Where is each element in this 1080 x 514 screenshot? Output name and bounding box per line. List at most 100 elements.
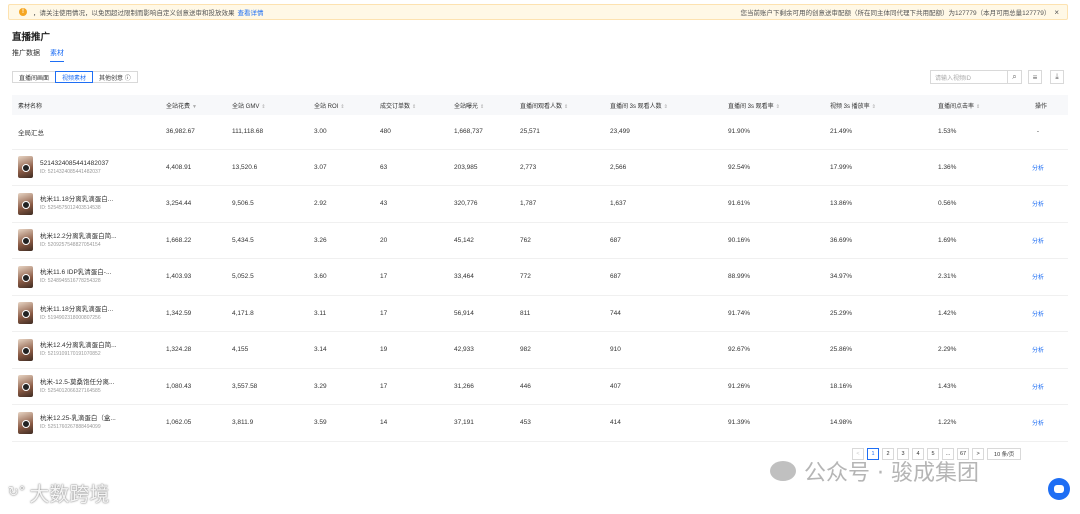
analyze-link[interactable]: 分析 bbox=[1008, 149, 1068, 186]
table-cell: 17 bbox=[374, 368, 448, 405]
table-cell: 910 bbox=[604, 331, 722, 369]
material-id: ID: 5194902318000807256 bbox=[40, 314, 101, 321]
material-id: ID: 5254575012403514538 bbox=[40, 205, 101, 212]
tab-live-room-screen[interactable]: 直播间画面 bbox=[12, 71, 57, 83]
column-header[interactable]: 成交订单数 ⇕ bbox=[374, 95, 448, 115]
material-info: 杭米11.18分离乳滴蛋白... ID: 5254575012403514538 bbox=[18, 192, 160, 215]
column-header[interactable]: 视频 3s 播放率 ⇕ bbox=[824, 95, 932, 115]
sort-icon[interactable]: ⇕ bbox=[872, 104, 876, 110]
column-header-label: 操作 bbox=[1034, 103, 1047, 110]
summary-cell: 23,499 bbox=[604, 115, 722, 150]
analyze-link[interactable]: 分析 bbox=[1008, 404, 1068, 442]
material-info: 杭米12.4分离乳滴蛋白简... ID: 5219109170191070852 bbox=[18, 338, 160, 361]
table-cell: 3.59 bbox=[308, 404, 374, 442]
video-thumbnail[interactable] bbox=[18, 375, 33, 398]
notice-detail-link[interactable]: 查看详情 bbox=[238, 7, 264, 17]
video-thumbnail[interactable] bbox=[18, 156, 33, 179]
material-name[interactable]: 杭米11.6 IDP乳清蛋白-... bbox=[40, 268, 111, 277]
tab-material[interactable]: 素材 bbox=[50, 48, 64, 62]
video-thumbnail[interactable] bbox=[18, 229, 33, 252]
column-header[interactable]: 直播间点击率 ⇕ bbox=[932, 95, 1008, 115]
analyze-link[interactable]: 分析 bbox=[1008, 258, 1068, 296]
tab-other-creative[interactable]: 其他创意 ⓘ bbox=[92, 71, 138, 83]
table-cell: 14.98% bbox=[824, 404, 932, 442]
material-name[interactable]: 杭米-12.5-莫桑饱任分离... bbox=[40, 378, 114, 387]
column-header-label: 全站 ROI bbox=[314, 103, 339, 110]
sort-icon[interactable]: ⇕ bbox=[480, 104, 484, 110]
logo-watermark-text: 大数跨境 bbox=[29, 482, 110, 506]
page-size-select[interactable]: 10 条/页 bbox=[987, 448, 1022, 460]
video-thumbnail[interactable] bbox=[18, 302, 33, 325]
table-cell: 92.67% bbox=[722, 331, 824, 369]
table-cell: 0.56% bbox=[932, 185, 1008, 223]
video-thumbnail[interactable] bbox=[18, 192, 33, 215]
column-header[interactable]: 直播间 3s 观看率 ⇕ bbox=[722, 95, 824, 115]
column-header-label: 素材名称 bbox=[18, 103, 43, 110]
table-cell: 414 bbox=[604, 404, 722, 442]
analyze-link[interactable]: 分析 bbox=[1008, 331, 1068, 369]
column-header[interactable]: 全站花费 ▼ bbox=[160, 95, 226, 115]
analyze-link[interactable]: 分析 bbox=[1008, 295, 1068, 332]
material-name[interactable]: 杭米11.18分离乳滴蛋白... bbox=[40, 305, 113, 314]
table-cell: 203,985 bbox=[448, 149, 514, 186]
column-header[interactable]: 全站曝光 ⇕ bbox=[448, 95, 514, 115]
sort-icon[interactable]: ⇕ bbox=[412, 104, 416, 110]
logo-icon: ↻° bbox=[8, 485, 26, 500]
table-cell: 9,506.5 bbox=[226, 185, 308, 223]
material-table: 素材名称 全站花费 ▼ 全站 GMV ⇕ 全站 ROI ⇕ 成交订单数 ⇕ 全站曝光 ⇕ 直播间观看人… bbox=[12, 95, 1068, 442]
video-thumbnail[interactable] bbox=[18, 411, 33, 434]
tab-promotion-data[interactable]: 推广数据 bbox=[12, 48, 40, 62]
wechat-icon bbox=[770, 461, 796, 481]
column-header[interactable]: 直播间观看人数 ⇕ bbox=[514, 95, 604, 115]
sort-icon[interactable]: ⇕ bbox=[261, 104, 265, 110]
analyze-link[interactable]: 分析 bbox=[1008, 222, 1068, 259]
material-name[interactable]: 5214324085441482037 bbox=[40, 159, 109, 168]
sort-icon[interactable]: ⇕ bbox=[664, 104, 668, 110]
notice-text: ，请关注使用情况，以免因超过限制而影响自定义创意送审和投放效果 bbox=[33, 10, 235, 17]
material-info: 5214324085441482037 ID: 52143240854414820… bbox=[18, 156, 160, 179]
table-cell: 31,266 bbox=[448, 368, 514, 405]
tab-video-material[interactable]: 视频素材 bbox=[55, 71, 94, 83]
video-thumbnail[interactable] bbox=[18, 338, 33, 361]
material-id: ID: 5209257548827054154 bbox=[40, 241, 101, 248]
material-id: ID: 5254012066327164585 bbox=[40, 387, 101, 394]
material-id: ID: 5251760267888494099 bbox=[40, 424, 101, 431]
video-thumbnail[interactable] bbox=[18, 265, 33, 288]
column-header[interactable]: 全站 ROI ⇕ bbox=[308, 95, 374, 115]
table-cell: 34.97% bbox=[824, 258, 932, 296]
close-icon[interactable]: × bbox=[1054, 8, 1059, 17]
material-name[interactable]: 杭米11.18分离乳滴蛋白... bbox=[40, 195, 113, 204]
page-title: 直播推广 bbox=[12, 32, 51, 43]
sort-icon[interactable]: ⇕ bbox=[340, 104, 344, 110]
summary-cell: 111,118.68 bbox=[226, 115, 308, 150]
table-cell: 90.16% bbox=[722, 222, 824, 259]
sort-icon[interactable]: ⇕ bbox=[776, 104, 780, 110]
column-settings-icon[interactable]: ≡ bbox=[1028, 70, 1042, 84]
search-icon[interactable]: ⌕ bbox=[1007, 71, 1021, 83]
material-name[interactable]: 杭米12.4分离乳滴蛋白简... bbox=[40, 341, 117, 350]
table-cell: 91.39% bbox=[722, 404, 824, 442]
table-cell: 453 bbox=[514, 404, 604, 442]
column-header-label: 直播间观看人数 bbox=[520, 103, 563, 110]
table-row: 杭米11.6 IDP乳清蛋白-... ID: 524894551677825432… bbox=[12, 258, 1068, 296]
table-header: 素材名称 全站花费 ▼ 全站 GMV ⇕ 全站 ROI ⇕ 成交订单数 ⇕ 全站曝光 ⇕ 直播间观看人… bbox=[12, 95, 1068, 115]
analyze-link[interactable]: 分析 bbox=[1008, 185, 1068, 223]
table-cell: 13,520.6 bbox=[226, 149, 308, 186]
assistant-bot-icon[interactable] bbox=[1048, 478, 1070, 500]
sort-icon[interactable]: ⇕ bbox=[976, 104, 980, 110]
sort-icon[interactable]: ⇕ bbox=[564, 104, 568, 110]
material-cell: 5214324085441482037 ID: 52143240854414820… bbox=[12, 149, 160, 186]
material-cell: 杭米11.18分离乳滴蛋白... ID: 5194902318000807256 bbox=[12, 295, 160, 332]
notice-banner: ! ，请关注使用情况，以免因超过限制而影响自定义创意送审和投放效果 查看详情 您… bbox=[8, 4, 1068, 20]
table-cell: 2.29% bbox=[932, 331, 1008, 369]
column-header[interactable]: 直播间 3s 观看人数 ⇕ bbox=[604, 95, 722, 115]
column-header[interactable]: 全站 GMV ⇕ bbox=[226, 95, 308, 115]
search-input[interactable]: 请输入视频ID bbox=[931, 73, 1007, 82]
download-icon[interactable]: ⤓ bbox=[1050, 70, 1064, 84]
material-name[interactable]: 杭米12.2分离乳滴蛋白简... bbox=[40, 232, 117, 241]
material-name[interactable]: 杭米12.25-乳滴蛋白（盒... bbox=[40, 414, 116, 423]
analyze-link[interactable]: 分析 bbox=[1008, 368, 1068, 405]
sort-icon[interactable]: ▼ bbox=[192, 104, 197, 110]
search-box: 请输入视频ID ⌕ bbox=[930, 70, 1022, 84]
table-cell: 320,776 bbox=[448, 185, 514, 223]
